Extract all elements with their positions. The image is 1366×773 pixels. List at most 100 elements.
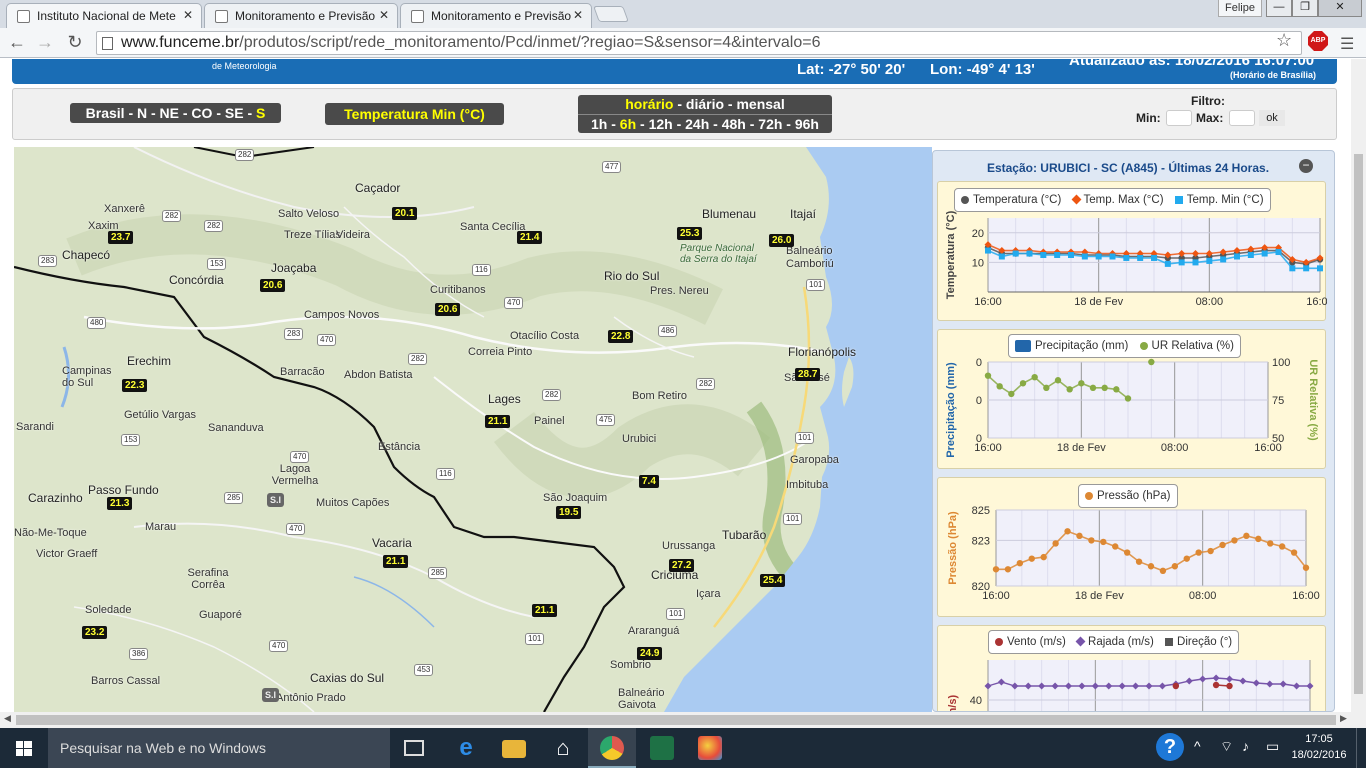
excel-icon[interactable] [650, 736, 674, 760]
map-place: Getúlio Vargas [124, 409, 196, 421]
close-window-icon[interactable]: ✕ [1318, 0, 1362, 17]
edge-browser-icon[interactable]: e [454, 736, 478, 760]
station-no-info-marker[interactable]: S.I [267, 493, 285, 507]
pressure-chart-legend: Pressão (hPa) [1078, 484, 1178, 508]
station-marker[interactable]: 24.9 [637, 647, 663, 660]
inmet-favicon-icon [17, 10, 30, 23]
station-marker[interactable]: 23.2 [82, 626, 108, 639]
station-marker[interactable]: 25.3 [677, 227, 703, 240]
store-home-icon[interactable]: ⌂ [551, 736, 575, 760]
show-desktop-button[interactable] [1356, 728, 1366, 768]
legend-temp-max[interactable]: Temp. Max (°C) [1071, 189, 1164, 211]
legend-gust[interactable]: Rajada (m/s) [1075, 631, 1154, 653]
scrollbar-thumb[interactable] [1354, 154, 1363, 694]
horizontal-scrollbar[interactable]: ◀ ▶ [0, 712, 1366, 728]
legend-temp[interactable]: Temperatura (°C) [961, 189, 1061, 211]
restore-icon[interactable]: ❐ [1292, 0, 1318, 17]
period-selected[interactable]: horário [625, 96, 673, 112]
station-marker[interactable]: 28.7 [795, 368, 821, 381]
region-selected[interactable]: S [256, 105, 265, 121]
station-latitude: Lat: -27° 50' 20' [797, 61, 906, 78]
forward-icon[interactable]: → [34, 32, 56, 53]
back-icon[interactable]: ← [6, 32, 28, 53]
pressure-series-point [1147, 563, 1155, 570]
pressure-series-point [1219, 541, 1226, 549]
humidity-series-point [1101, 384, 1108, 392]
station-marker[interactable]: 20.1 [392, 207, 418, 220]
chrome-menu-icon[interactable]: ☰ [1340, 34, 1354, 54]
scroll-right-icon[interactable]: ▶ [1340, 713, 1347, 724]
station-marker[interactable]: 25.4 [760, 574, 786, 587]
station-marker[interactable]: 7.4 [639, 475, 659, 488]
tray-expand-icon[interactable]: ^ [1194, 738, 1201, 754]
new-tab-button[interactable] [593, 6, 629, 22]
legend-temp-min[interactable]: Temp. Min (°C) [1174, 189, 1264, 211]
minimize-icon[interactable]: — [1266, 0, 1292, 17]
station-marker[interactable]: 22.3 [122, 379, 148, 392]
legend-humidity[interactable]: UR Relativa (%) [1139, 335, 1234, 357]
interval-options-before[interactable]: 1h - [591, 116, 620, 132]
scrollbar-thumb[interactable] [16, 715, 1336, 725]
bookmark-star-icon[interactable]: ☆ [1276, 30, 1292, 51]
filter-max-input[interactable] [1229, 110, 1255, 126]
close-tab-icon[interactable]: ✕ [183, 8, 193, 22]
station-marker[interactable]: 21.4 [517, 231, 543, 244]
period-options[interactable]: - diário - mensal [673, 96, 784, 112]
road-shield: 101 [783, 513, 803, 525]
region-options[interactable]: Brasil - N - NE - CO - SE - [86, 105, 256, 121]
region-selector[interactable]: Brasil - N - NE - CO - SE - S [70, 103, 281, 123]
close-tab-icon[interactable]: ✕ [379, 8, 389, 22]
station-marker[interactable]: 26.0 [769, 234, 795, 247]
windows-start-icon[interactable] [0, 728, 48, 768]
close-tab-icon[interactable]: ✕ [573, 8, 583, 22]
humidity-series-point [1043, 384, 1050, 392]
paint-icon[interactable] [698, 736, 722, 760]
station-marker[interactable]: 19.5 [556, 506, 582, 519]
tab-title: Monitoramento e Previsão [235, 9, 376, 23]
browser-tab-2[interactable]: Monitoramento e Previsão ✕ [204, 3, 398, 28]
station-panel-title: Estação: URUBICI - SC (A845) - Últimas 2… [986, 161, 1270, 175]
station-marker[interactable]: 21.1 [532, 604, 558, 617]
interval-options-after[interactable]: - 12h - 24h - 48h - 72h - 96h [636, 116, 819, 132]
station-marker[interactable]: 20.6 [260, 279, 286, 292]
legend-direction[interactable]: Direção (°) [1165, 631, 1232, 653]
y-axis-title: (m/s) [947, 695, 959, 712]
filter-min-input[interactable] [1166, 110, 1192, 126]
task-view-icon[interactable] [404, 740, 424, 756]
filter-ok-button[interactable]: ok [1259, 110, 1285, 126]
road-shield: 285 [224, 492, 244, 504]
station-marker[interactable]: 27.2 [669, 559, 695, 572]
reload-icon[interactable]: ↻ [64, 32, 86, 53]
station-marker[interactable]: 21.1 [383, 555, 409, 568]
station-marker[interactable]: 21.3 [107, 497, 133, 510]
browser-tab-3[interactable]: Monitoramento e Previsão ✕ [400, 3, 592, 28]
taskbar-clock[interactable]: 17:05 18/02/2016 [1284, 731, 1354, 763]
volume-icon[interactable]: ♪ [1242, 738, 1249, 754]
station-marker[interactable]: 22.8 [608, 330, 634, 343]
address-bar[interactable]: www.funceme.br/produtos/script/rede_moni… [96, 31, 1302, 55]
station-no-info-marker[interactable]: S.I [262, 688, 280, 702]
adblock-plus-icon[interactable]: ABP [1308, 31, 1328, 51]
sensor-selector[interactable]: Temperatura Min (°C) [325, 103, 504, 125]
vertical-scrollbar[interactable] [1351, 59, 1366, 712]
browser-tab-1[interactable]: Instituto Nacional de Mete ✕ [6, 3, 202, 28]
legend-precipitation[interactable]: Precipitação (mm) [1015, 335, 1128, 357]
notification-icon[interactable]: ▭ [1266, 738, 1279, 755]
scroll-left-icon[interactable]: ◀ [4, 713, 11, 724]
wifi-icon[interactable]: ⌔ [1220, 738, 1233, 756]
legend-pressure[interactable]: Pressão (hPa) [1085, 485, 1171, 507]
system-tray: ? ^ ⌔ ♪ ▭ 17:05 18/02/2016 [1150, 728, 1366, 768]
station-marker[interactable]: 20.6 [435, 303, 461, 316]
help-icon[interactable]: ? [1156, 733, 1184, 761]
road-shield: 101 [525, 633, 545, 645]
file-explorer-icon[interactable] [502, 740, 526, 758]
station-marker[interactable]: 23.7 [108, 231, 134, 244]
taskbar-search-box[interactable]: Pesquisar na Web e no Windows [48, 728, 390, 768]
profile-button[interactable]: Felipe [1218, 0, 1262, 17]
station-marker[interactable]: 21.1 [485, 415, 511, 428]
legend-wind[interactable]: Vento (m/s) [995, 631, 1066, 653]
interval-selected[interactable]: 6h [620, 116, 636, 132]
station-map[interactable]: Xanxerê Xaxim Chapecó Caçador Salto Velo… [14, 147, 932, 712]
collapse-panel-icon[interactable]: − [1299, 159, 1313, 173]
humidity-series-point [996, 383, 1003, 390]
